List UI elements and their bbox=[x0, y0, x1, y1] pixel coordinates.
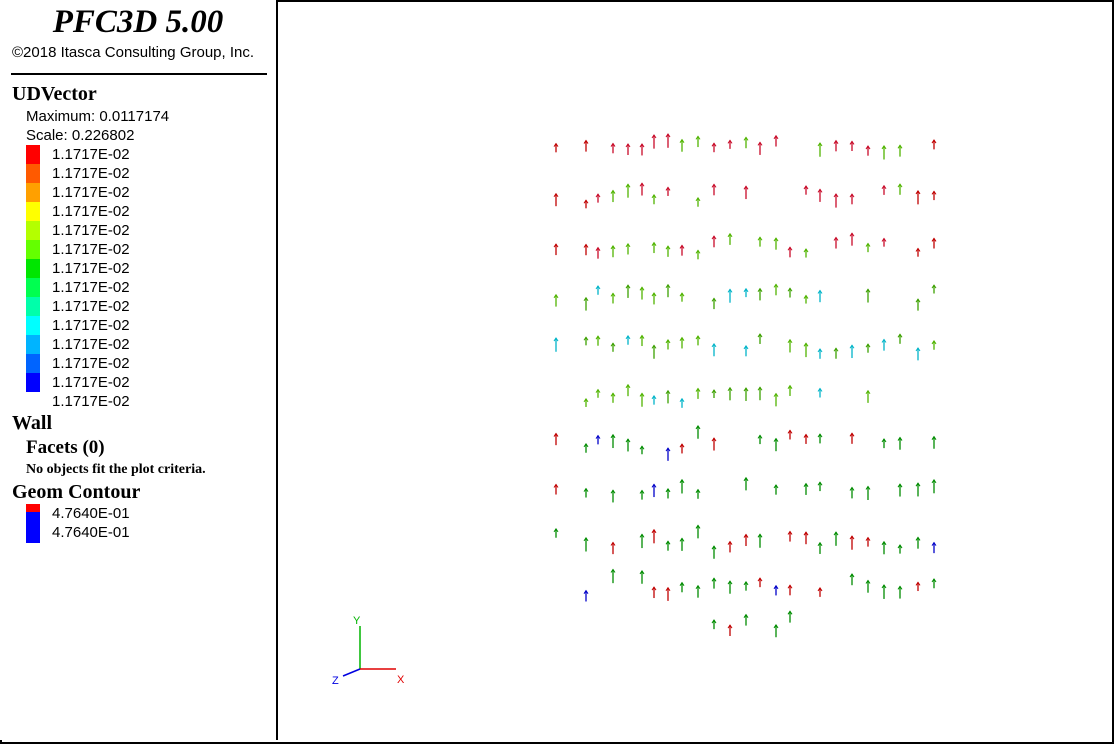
udvector-label: 1.1717E-02 bbox=[52, 260, 130, 277]
geom-contour-swatch bbox=[26, 512, 40, 543]
wall-note: No objects fit the plot criteria. bbox=[26, 462, 206, 477]
divider bbox=[11, 73, 267, 75]
copyright: ©2018 Itasca Consulting Group, Inc. bbox=[12, 44, 255, 61]
udvector-swatch bbox=[26, 335, 40, 354]
udvector-scale: Scale: 0.226802 bbox=[26, 127, 135, 144]
udvector-swatch bbox=[26, 145, 40, 164]
legend-panel: PFC3D 5.00 ©2018 Itasca Consulting Group… bbox=[0, 0, 278, 740]
udvector-swatch bbox=[26, 164, 40, 183]
geom-contour-label: 4.7640E-01 bbox=[52, 524, 130, 541]
udvector-label: 1.1717E-02 bbox=[52, 279, 130, 296]
udvector-swatch bbox=[26, 240, 40, 259]
udvector-label: 1.1717E-02 bbox=[52, 317, 130, 334]
axis-y-label: Y bbox=[353, 615, 361, 627]
udvector-label: 1.1717E-02 bbox=[52, 222, 130, 239]
udvector-swatch bbox=[26, 278, 40, 297]
udvector-label: 1.1717E-02 bbox=[52, 203, 130, 220]
udvector-swatch bbox=[26, 202, 40, 221]
geom-contour-label: 4.7640E-01 bbox=[52, 505, 130, 522]
udvector-label: 1.1717E-02 bbox=[52, 146, 130, 163]
udvector-label: 1.1717E-02 bbox=[52, 241, 130, 258]
udvector-label: 1.1717E-02 bbox=[52, 336, 130, 353]
app-title: PFC3D 5.00 bbox=[52, 4, 224, 40]
plot-viewport[interactable]: Y X Z bbox=[278, 2, 1110, 740]
udvector-swatch bbox=[26, 354, 40, 373]
udvector-swatch bbox=[26, 221, 40, 240]
udvector-title: UDVector bbox=[12, 83, 97, 105]
axes-triad-icon: Y X Z bbox=[332, 615, 405, 687]
udvector-label: 1.1717E-02 bbox=[52, 374, 130, 391]
udvector-swatch bbox=[26, 297, 40, 316]
geom-contour-swatch bbox=[26, 504, 40, 512]
wall-title: Wall bbox=[12, 412, 53, 434]
udvector-swatch bbox=[26, 259, 40, 278]
geom-contour-title: Geom Contour bbox=[12, 481, 141, 503]
axis-x-label: X bbox=[397, 674, 405, 686]
udvector-maximum: Maximum: 0.0117174 bbox=[26, 108, 170, 125]
udvector-label: 1.1717E-02 bbox=[52, 298, 130, 315]
udvector-label: 1.1717E-02 bbox=[52, 184, 130, 201]
udvector-swatch bbox=[26, 316, 40, 335]
udvector-label: 1.1717E-02 bbox=[52, 355, 130, 372]
udvector-label: 1.1717E-02 bbox=[52, 165, 130, 182]
displacement-vectors bbox=[553, 133, 937, 638]
udvector-label: 1.1717E-02 bbox=[52, 393, 130, 410]
udvector-swatch bbox=[26, 373, 40, 392]
axis-z-label: Z bbox=[332, 675, 339, 687]
udvector-swatch bbox=[26, 183, 40, 202]
facets-title: Facets (0) bbox=[26, 437, 105, 458]
